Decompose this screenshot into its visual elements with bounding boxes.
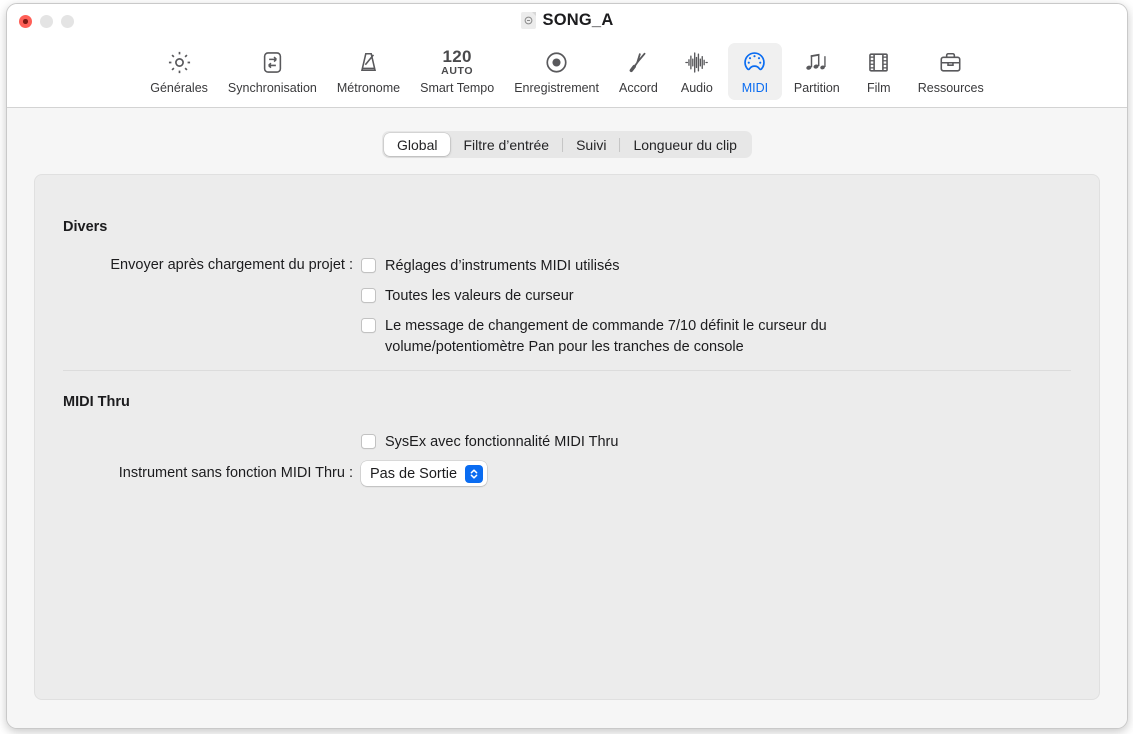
tempo-value: 120 <box>442 47 472 67</box>
metronome-icon <box>355 47 382 78</box>
tab-filtre-dentree[interactable]: Filtre d’entrée <box>450 133 562 156</box>
checkbox-label: SysEx avec fonctionnalité MIDI Thru <box>385 434 619 450</box>
film-strip-icon <box>865 47 892 78</box>
toolbar-label: Accord <box>618 81 658 95</box>
checkbox-row-toutes-valeurs-curseur[interactable]: Toutes les valeurs de curseur <box>361 286 574 307</box>
tab-longueur-du-clip[interactable]: Longueur du clip <box>620 133 750 156</box>
tempo-mode: AUTO <box>441 65 474 78</box>
toolbar-item-ressources[interactable]: Ressources <box>910 43 992 100</box>
checkbox-label: Réglages d’instruments MIDI utilisés <box>385 258 620 274</box>
record-icon <box>543 47 570 78</box>
toolbar-item-metronome[interactable]: Métronome <box>329 43 408 100</box>
tuning-fork-icon <box>625 47 652 78</box>
toolbar-label: Synchronisation <box>227 81 317 95</box>
preferences-body: Global Filtre d’entrée Suivi Longueur du… <box>7 108 1127 728</box>
instrument-output-dropdown[interactable]: Pas de Sortie <box>361 461 488 486</box>
screen: SONG_A Générales Synchronisation Métrono… <box>0 0 1133 734</box>
tab-label: Global <box>397 136 438 153</box>
toolbar-label: Audio <box>680 81 713 95</box>
toolbar-label: MIDI <box>741 81 769 95</box>
checkbox-label: Toutes les valeurs de curseur <box>385 288 574 304</box>
toolbar-item-generales[interactable]: Générales <box>142 43 216 100</box>
toolbar-item-film[interactable]: Film <box>852 43 906 100</box>
toolbar-item-smart-tempo[interactable]: 120 AUTO Smart Tempo <box>412 43 502 100</box>
checkbox-sysex-midi-thru[interactable] <box>361 434 376 449</box>
toolbar-item-midi[interactable]: MIDI <box>727 43 782 100</box>
titlebar: SONG_A <box>7 4 1127 41</box>
toolbar-item-audio[interactable]: Audio <box>670 43 724 100</box>
tempo-icon: 120 AUTO <box>441 47 473 78</box>
tab-label: Filtre d’entrée <box>463 136 550 153</box>
checkbox-label: Le message de changement de commande 7/1… <box>385 318 827 355</box>
chevron-up-down-icon <box>465 464 484 483</box>
dropdown-value: Pas de Sortie <box>370 465 458 482</box>
window-title-group: SONG_A <box>7 11 1127 30</box>
toolbar-label: Partition <box>793 81 840 95</box>
toolbar-label: Enregistrement <box>514 81 599 95</box>
midi-din-icon <box>741 47 768 78</box>
section-title-midi-thru: MIDI Thru <box>63 394 130 410</box>
checkbox-toutes-les-valeurs-de-curseur[interactable] <box>361 288 376 303</box>
toolbar-item-synchronisation[interactable]: Synchronisation <box>220 43 325 100</box>
toolbar-label: Ressources <box>917 81 984 95</box>
tab-suivi[interactable]: Suivi <box>563 133 619 156</box>
checkbox-row-reglages-instruments[interactable]: Réglages d’instruments MIDI utilisés <box>361 256 620 277</box>
window-title: SONG_A <box>542 11 614 29</box>
tab-bar: Global Filtre d’entrée Suivi Longueur du… <box>382 131 752 158</box>
document-icon <box>520 12 536 29</box>
tab-label: Longueur du clip <box>633 136 737 153</box>
toolbar-label: Smart Tempo <box>420 81 495 95</box>
toolbar-item-partition[interactable]: Partition <box>786 43 848 100</box>
notes-icon <box>803 47 830 78</box>
sync-icon <box>259 47 286 78</box>
label-envoyer-apres-chargement: Envoyer après chargement du projet : <box>110 257 353 273</box>
gear-icon <box>166 47 193 78</box>
toolbar-item-enregistrement[interactable]: Enregistrement <box>506 43 607 100</box>
settings-panel: Divers Envoyer après chargement du proje… <box>34 174 1100 700</box>
checkbox-row-message-changement-commande[interactable]: Le message de changement de commande 7/1… <box>361 316 937 358</box>
checkbox-reglages-instruments-midi[interactable] <box>361 258 376 273</box>
waveform-icon <box>683 47 710 78</box>
checkbox-message-changement-commande-7-10[interactable] <box>361 318 376 333</box>
toolbar-label: Métronome <box>336 81 401 95</box>
tab-global[interactable]: Global <box>384 133 451 156</box>
label-instrument-sans-fonction: Instrument sans fonction MIDI Thru : <box>118 465 353 481</box>
briefcase-icon <box>937 47 964 78</box>
section-separator <box>63 370 1071 371</box>
tab-label: Suivi <box>576 136 607 153</box>
toolbar-label: Générales <box>150 81 208 95</box>
preferences-toolbar: Générales Synchronisation Métronome 120 … <box>7 41 1127 108</box>
toolbar-item-accord[interactable]: Accord <box>611 43 666 100</box>
toolbar-label: Film <box>866 81 891 95</box>
preferences-window: SONG_A Générales Synchronisation Métrono… <box>6 3 1128 729</box>
section-title-divers: Divers <box>63 219 108 235</box>
checkbox-row-sysex[interactable]: SysEx avec fonctionnalité MIDI Thru <box>361 432 618 453</box>
